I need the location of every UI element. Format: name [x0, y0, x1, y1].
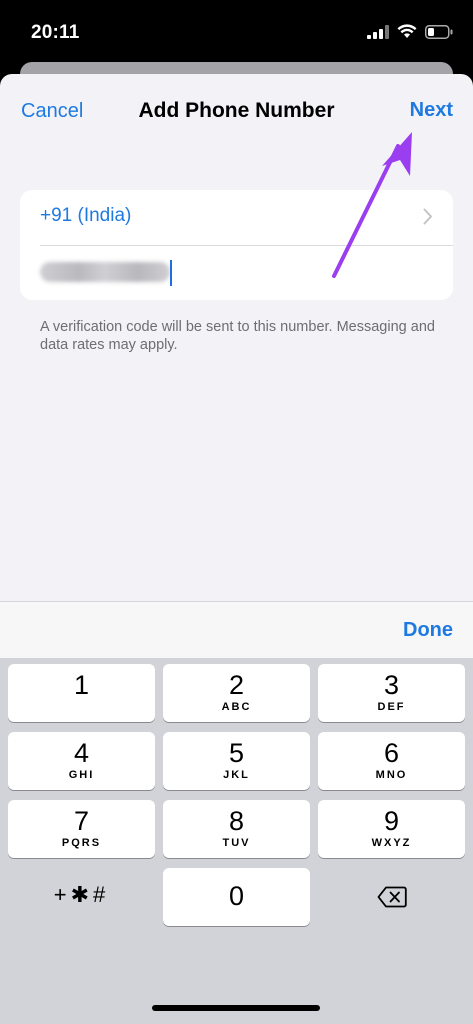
country-code-selector[interactable]: +91 (India)	[20, 190, 453, 245]
key-digit: 2	[228, 670, 245, 700]
phone-screen: 20:11 Cancel Add Phone Number Next +91 (…	[0, 0, 473, 1024]
battery-icon	[425, 24, 453, 39]
chevron-right-icon	[423, 208, 432, 225]
key-letters: TUV	[222, 837, 251, 849]
verification-footnote: A verification code will be sent to this…	[40, 319, 435, 353]
key-letters: DEF	[377, 701, 406, 713]
text-caret	[170, 260, 172, 286]
blurred-phone-number	[40, 262, 170, 282]
key-digit: 5	[228, 738, 245, 768]
next-button[interactable]: Next	[410, 99, 453, 122]
symbols-key-label: +✱#	[53, 882, 110, 907]
key-letters: PQRS	[61, 837, 102, 849]
key-letters: WXYZ	[371, 837, 412, 849]
keyboard-accessory-bar: Done	[0, 601, 473, 658]
key-6[interactable]: 6 MNO	[318, 732, 465, 790]
status-bar: 20:11	[0, 0, 473, 62]
keyboard-area: Done 1 2 ABC 3 DEF 4 GHI 5 JKL 6 MNO 7 P…	[0, 601, 473, 1024]
key-digit: 9	[383, 806, 400, 836]
page-title: Add Phone Number	[138, 99, 335, 122]
key-8[interactable]: 8 TUV	[163, 800, 310, 858]
key-letters: GHI	[68, 769, 95, 781]
key-digit: 0	[228, 881, 245, 911]
key-letters: JKL	[223, 769, 250, 781]
symbols-key[interactable]: +✱#	[8, 868, 155, 926]
key-5[interactable]: 5 JKL	[163, 732, 310, 790]
wifi-icon	[397, 24, 417, 38]
key-1[interactable]: 1	[8, 664, 155, 722]
done-button[interactable]: Done	[403, 619, 453, 642]
key-4[interactable]: 4 GHI	[8, 732, 155, 790]
key-digit: 8	[228, 806, 245, 836]
phone-form-card: +91 (India)	[20, 190, 453, 300]
delete-key[interactable]	[318, 868, 465, 926]
key-0[interactable]: 0	[163, 868, 310, 926]
key-digit: 4	[73, 738, 90, 768]
key-2[interactable]: 2 ABC	[163, 664, 310, 722]
key-letters: MNO	[375, 769, 408, 781]
key-digit: 7	[73, 806, 90, 836]
status-time: 20:11	[31, 22, 80, 43]
numeric-keypad: 1 2 ABC 3 DEF 4 GHI 5 JKL 6 MNO 7 PQRS 8…	[0, 658, 473, 1024]
home-indicator[interactable]	[152, 1005, 320, 1011]
phone-number-input[interactable]	[20, 246, 453, 300]
key-digit: 1	[73, 670, 90, 700]
key-digit: 3	[383, 670, 400, 700]
key-7[interactable]: 7 PQRS	[8, 800, 155, 858]
status-icons	[367, 24, 453, 39]
country-code-label: +91 (India)	[40, 205, 132, 226]
cellular-signal-icon	[367, 24, 389, 39]
key-9[interactable]: 9 WXYZ	[318, 800, 465, 858]
delete-backspace-icon	[377, 886, 407, 908]
key-3[interactable]: 3 DEF	[318, 664, 465, 722]
key-letters: ABC	[221, 701, 252, 713]
key-digit: 6	[383, 738, 400, 768]
navigation-bar: Cancel Add Phone Number Next	[0, 74, 473, 148]
